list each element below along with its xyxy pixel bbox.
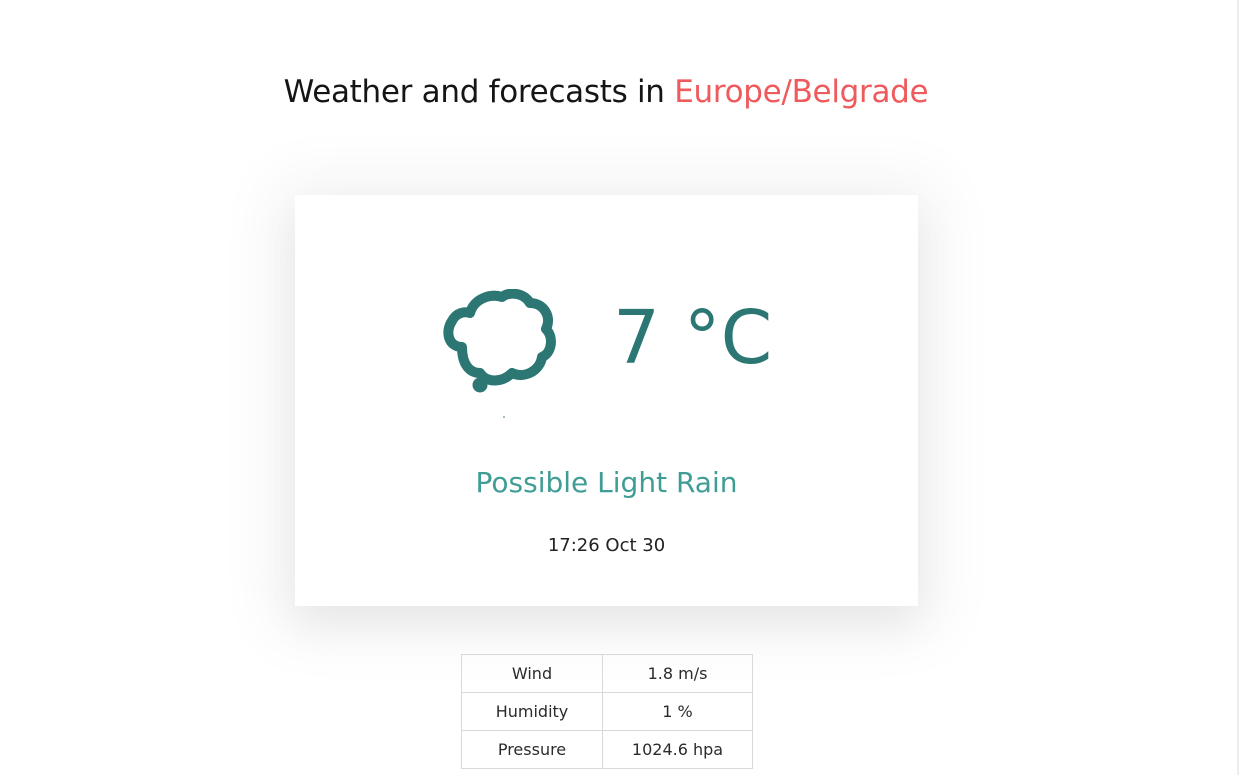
cloud-rain-icon [440, 288, 560, 424]
wind-value: 1.8 m/s [602, 654, 753, 693]
weather-card: 7 °C Possible Light Rain 17:26 Oct 30 [295, 195, 918, 606]
page-title: Weather and forecasts in Europe/Belgrade [0, 74, 1212, 110]
humidity-label: Humidity [461, 692, 603, 731]
table-row: Pressure 1024.6 hpa [461, 730, 753, 769]
city-name: Europe/Belgrade [674, 74, 929, 110]
table-row: Humidity 1 % [461, 692, 753, 731]
humidity-value: 1 % [602, 692, 753, 731]
pressure-value: 1024.6 hpa [602, 730, 753, 769]
pressure-label: Pressure [461, 730, 603, 769]
wind-label: Wind [461, 654, 603, 693]
weather-summary: Possible Light Rain [475, 466, 738, 499]
temperature: 7 °C [613, 295, 773, 381]
timestamp: 17:26 Oct 30 [547, 535, 666, 556]
table-row: Wind 1.8 m/s [461, 654, 753, 693]
page-title-prefix: Weather and forecasts in [283, 74, 665, 110]
weather-page: Weather and forecasts in Europe/Belgrade… [0, 0, 1239, 775]
weather-details-table: Wind 1.8 m/s Humidity 1 % Pressure 1024.… [461, 654, 753, 769]
